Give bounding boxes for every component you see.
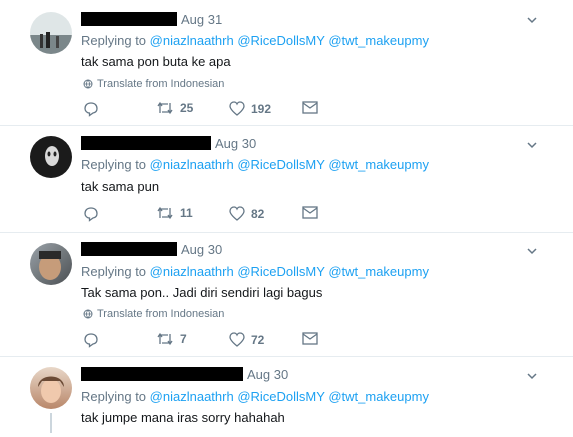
retweet-button[interactable]: 7: [156, 332, 187, 346]
redacted-username: [81, 242, 177, 256]
reply-icon: [84, 333, 98, 348]
chevron-down-icon[interactable]: [526, 370, 538, 382]
like-count: 82: [251, 206, 265, 221]
avatar[interactable]: [30, 136, 72, 178]
mention-link[interactable]: @RiceDollsMY: [237, 264, 324, 279]
avatar-image: [45, 146, 59, 166]
mention-link[interactable]: @niazlnaathrh: [150, 157, 234, 172]
avatar-image: [40, 32, 59, 48]
redacted-username: [81, 367, 243, 381]
mention-link[interactable]: @RiceDollsMY: [237, 389, 324, 404]
chevron-down-icon[interactable]: [526, 245, 538, 257]
mention-link[interactable]: @RiceDollsMY: [237, 157, 324, 172]
tweet-date[interactable]: Aug 30: [215, 136, 256, 151]
like-count: 192: [251, 101, 272, 116]
retweet-icon: [157, 101, 173, 115]
tweet-actions: 25 192: [83, 101, 333, 119]
reply-icon: [84, 207, 98, 222]
replying-prefix: Replying to: [81, 157, 147, 172]
like-button[interactable]: 82: [229, 206, 264, 221]
replying-prefix: Replying to: [81, 389, 147, 404]
direct-message-button[interactable]: [302, 101, 318, 114]
reply-icon: [84, 102, 98, 117]
direct-message-button[interactable]: [302, 206, 318, 219]
tweet-2[interactable]: Aug 30 Replying to @niazlnaathrh @RiceDo…: [0, 126, 573, 233]
tweet-date[interactable]: Aug 30: [247, 367, 288, 382]
tweet-text: Tak sama pon.. Jadi diri sendiri lagi ba…: [81, 285, 323, 300]
mention-link[interactable]: @niazlnaathrh: [150, 389, 234, 404]
globe-icon: [83, 79, 93, 89]
translate-link[interactable]: Translate from Indonesian: [83, 308, 224, 320]
retweet-count: 7: [180, 332, 187, 346]
mention-link[interactable]: @twt_makeupmy: [328, 264, 429, 279]
tweet-text: tak jumpe mana iras sorry hahahah: [81, 410, 285, 425]
tweet-actions: 11 82: [83, 206, 333, 224]
tweet-text: tak sama pun: [81, 179, 160, 194]
redacted-username: [81, 136, 211, 150]
chevron-down-icon[interactable]: [526, 14, 538, 26]
like-icon: [229, 206, 245, 221]
tweet-3[interactable]: Aug 30 Replying to @niazlnaathrh @RiceDo…: [0, 233, 573, 357]
replying-to: Replying to @niazlnaathrh @RiceDollsMY @…: [81, 33, 429, 48]
tweet-text: tak sama pon buta ke apa: [81, 54, 231, 69]
mention-link[interactable]: @niazlnaathrh: [150, 33, 234, 48]
retweet-count: 11: [180, 206, 193, 220]
translate-label[interactable]: Translate from Indonesian: [97, 78, 224, 90]
mention-link[interactable]: @twt_makeupmy: [328, 157, 429, 172]
replying-to: Replying to @niazlnaathrh @RiceDollsMY @…: [81, 264, 429, 279]
mention-link[interactable]: @niazlnaathrh: [150, 264, 234, 279]
chevron-down-icon[interactable]: [526, 139, 538, 151]
tweet-1[interactable]: Aug 31 Replying to @niazlnaathrh @RiceDo…: [0, 0, 573, 126]
redacted-username: [81, 12, 177, 26]
reply-button[interactable]: [83, 101, 99, 117]
tweet-date[interactable]: Aug 31: [181, 12, 222, 27]
avatar-image: [39, 251, 61, 280]
replying-prefix: Replying to: [81, 33, 147, 48]
replying-prefix: Replying to: [81, 264, 147, 279]
retweet-button[interactable]: 25: [156, 101, 193, 115]
retweet-icon: [157, 332, 173, 346]
direct-message-icon: [302, 332, 318, 345]
mention-link[interactable]: @RiceDollsMY: [237, 33, 324, 48]
avatar-image: [38, 376, 64, 403]
like-count: 72: [251, 332, 265, 347]
tweet-actions: 7 72: [83, 332, 333, 350]
avatar[interactable]: [30, 243, 72, 285]
translate-label[interactable]: Translate from Indonesian: [97, 308, 224, 320]
retweet-button[interactable]: 11: [156, 206, 193, 220]
reply-button[interactable]: [83, 206, 99, 222]
direct-message-icon: [302, 101, 318, 114]
like-icon: [229, 332, 245, 347]
replying-to: Replying to @niazlnaathrh @RiceDollsMY @…: [81, 389, 429, 404]
avatar[interactable]: [30, 367, 72, 409]
retweet-icon: [157, 206, 173, 220]
thread-line: [50, 413, 52, 433]
mention-link[interactable]: @twt_makeupmy: [328, 33, 429, 48]
retweet-count: 25: [180, 101, 194, 115]
like-button[interactable]: 72: [229, 332, 264, 347]
tweet-date[interactable]: Aug 30: [181, 242, 222, 257]
mention-link[interactable]: @twt_makeupmy: [328, 389, 429, 404]
direct-message-icon: [302, 206, 318, 219]
like-icon: [229, 101, 245, 116]
tweet-4[interactable]: Aug 30 Replying to @niazlnaathrh @RiceDo…: [0, 357, 573, 437]
avatar[interactable]: [30, 12, 72, 54]
like-button[interactable]: 192: [229, 101, 271, 116]
reply-button[interactable]: [83, 332, 99, 348]
replying-to: Replying to @niazlnaathrh @RiceDollsMY @…: [81, 157, 429, 172]
direct-message-button[interactable]: [302, 332, 318, 345]
translate-link[interactable]: Translate from Indonesian: [83, 78, 224, 90]
globe-icon: [83, 309, 93, 319]
